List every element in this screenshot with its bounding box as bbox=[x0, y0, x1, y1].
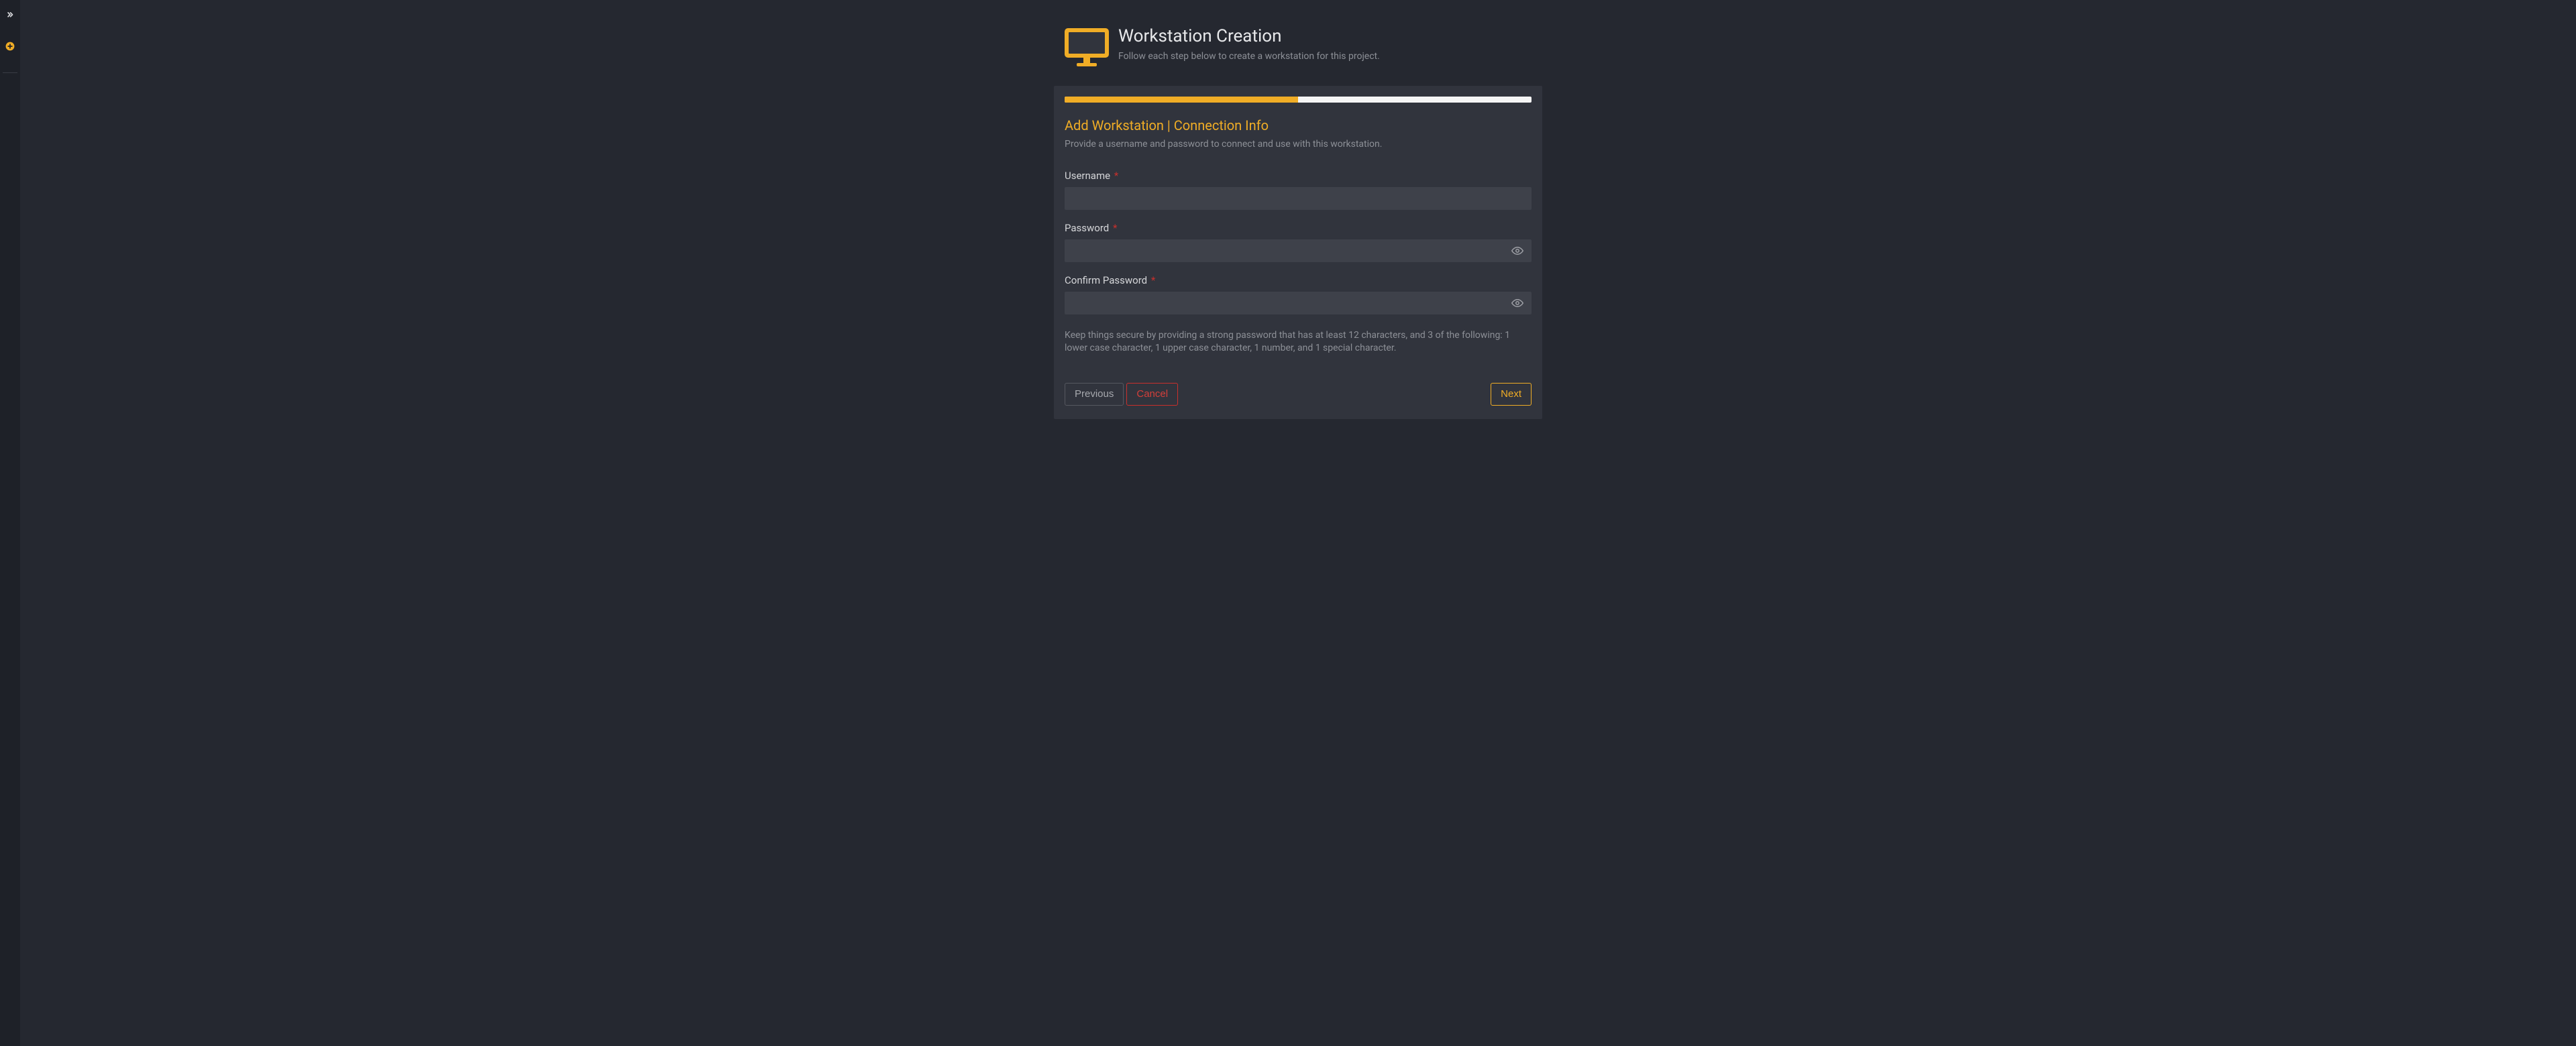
username-label-text: Username bbox=[1065, 170, 1110, 182]
toggle-confirm-password-visibility-icon[interactable] bbox=[1509, 294, 1526, 312]
page-header: Workstation Creation Follow each step be… bbox=[1054, 0, 1542, 70]
progress-bar bbox=[1065, 97, 1532, 103]
wizard-actions: Previous Cancel Next bbox=[1065, 383, 1532, 406]
sidebar-expand-icon[interactable] bbox=[0, 8, 20, 23]
username-input[interactable] bbox=[1065, 187, 1532, 210]
confirm-password-field-group: Confirm Password * bbox=[1065, 274, 1532, 314]
password-input[interactable] bbox=[1065, 239, 1532, 262]
page-title: Workstation Creation bbox=[1118, 27, 1380, 47]
cancel-button[interactable]: Cancel bbox=[1126, 383, 1178, 406]
password-field-group: Password * bbox=[1065, 222, 1532, 262]
sidebar bbox=[0, 0, 20, 1046]
page-subtitle: Follow each step below to create a works… bbox=[1118, 51, 1380, 62]
step-title: Add Workstation | Connection Info bbox=[1065, 117, 1532, 133]
sidebar-add-icon[interactable] bbox=[0, 39, 20, 54]
required-marker: * bbox=[1113, 222, 1117, 234]
username-label: Username * bbox=[1065, 170, 1532, 182]
next-button[interactable]: Next bbox=[1491, 383, 1532, 406]
toggle-password-visibility-icon[interactable] bbox=[1509, 242, 1526, 259]
connection-form: Username * Password * bbox=[1065, 170, 1532, 355]
confirm-password-input[interactable] bbox=[1065, 292, 1532, 314]
password-label: Password * bbox=[1065, 222, 1532, 234]
main-content: Workstation Creation Follow each step be… bbox=[20, 0, 2576, 1046]
confirm-password-label-text: Confirm Password bbox=[1065, 274, 1147, 286]
password-helper-text: Keep things secure by providing a strong… bbox=[1065, 329, 1532, 355]
workstation-icon bbox=[1065, 28, 1109, 70]
previous-button[interactable]: Previous bbox=[1065, 383, 1124, 406]
confirm-password-label: Confirm Password * bbox=[1065, 274, 1532, 286]
password-label-text: Password bbox=[1065, 222, 1109, 234]
sidebar-divider bbox=[3, 72, 17, 73]
required-marker: * bbox=[1114, 170, 1118, 182]
required-marker: * bbox=[1151, 274, 1155, 286]
username-field-group: Username * bbox=[1065, 170, 1532, 210]
wizard-card: Add Workstation | Connection Info Provid… bbox=[1054, 86, 1542, 419]
step-subtitle: Provide a username and password to conne… bbox=[1065, 139, 1532, 150]
progress-fill bbox=[1065, 97, 1298, 103]
